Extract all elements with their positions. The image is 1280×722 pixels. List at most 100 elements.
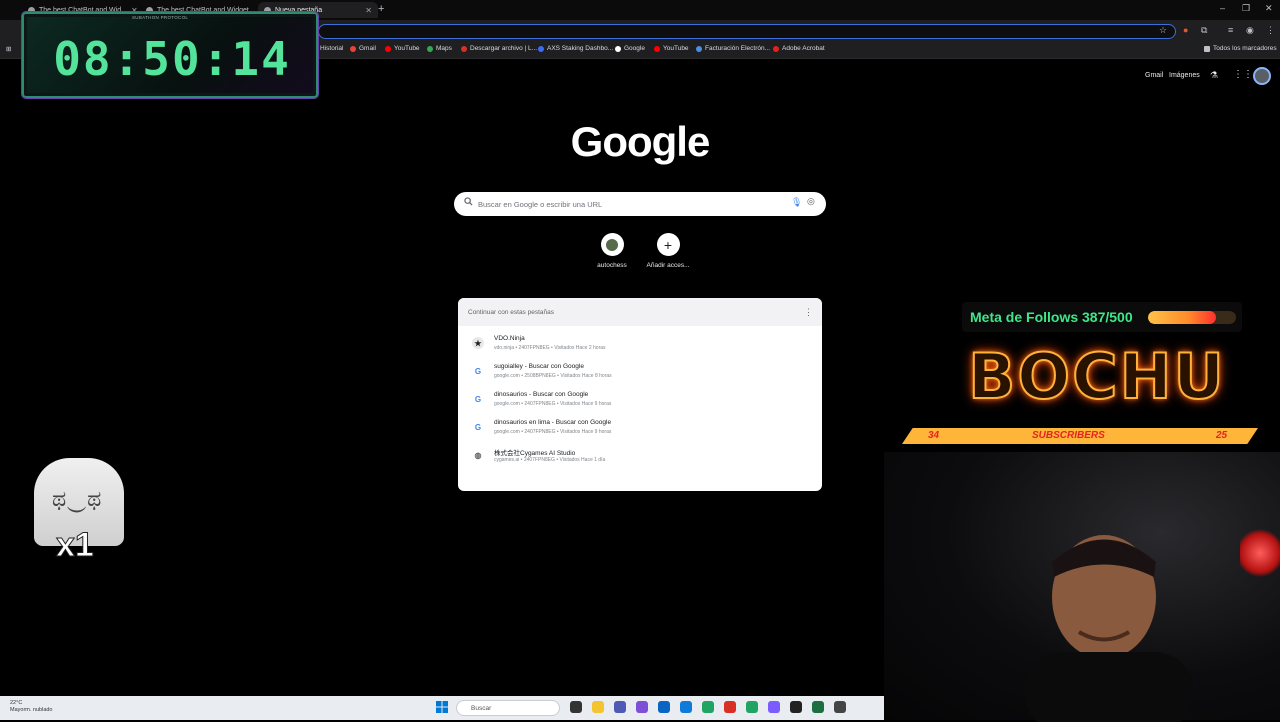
discord-icon[interactable] (768, 701, 780, 713)
youtube-icon (654, 45, 660, 52)
task-view-icon[interactable] (570, 701, 582, 713)
tab-search-icon[interactable]: ≡ (1228, 25, 1233, 35)
extension-icon[interactable]: ● (1183, 25, 1188, 35)
facturacion-icon (696, 45, 702, 52)
item-title: 株式会社Cygames AI Studio (494, 450, 576, 457)
youtube-icon (385, 45, 391, 52)
follows-progress-bar (1148, 311, 1236, 324)
item-meta: google.com • 2508BPN8EG • Visitados Hace… (494, 373, 612, 379)
list-item[interactable]: G sugoialley - Buscar con Google google.… (458, 358, 822, 386)
plus-icon: + (656, 233, 680, 256)
chrome-active-icon[interactable] (746, 701, 758, 713)
adobe-icon (773, 45, 779, 52)
edge-icon[interactable] (680, 701, 692, 713)
bookmark-youtube[interactable]: YouTube (385, 45, 420, 52)
gmail-link[interactable]: Gmail (1145, 72, 1163, 79)
item-meta: cygames.ai • 2407FPN8EG • Visitados Hace… (494, 457, 606, 463)
extensions-puzzle-icon[interactable]: ⧉ (1201, 25, 1207, 36)
more-options-icon[interactable]: ⋮ (804, 307, 813, 318)
profile-icon[interactable]: ◉ (1246, 25, 1254, 36)
list-item[interactable]: ◍ 株式会社Cygames AI Studio cygames.ai • 240… (458, 442, 822, 470)
google-icon: G (474, 366, 482, 376)
weather-desc: Mayorm. nublado (10, 707, 53, 713)
bookmark-star-icon[interactable]: ☆ (1159, 25, 1167, 36)
item-title: sugoialley - Buscar con Google (494, 363, 584, 370)
list-item[interactable]: G dinosaurios - Buscar con Google google… (458, 386, 822, 414)
globe-icon: ◍ (474, 450, 482, 460)
weather-temp: 22°C (10, 700, 23, 706)
chrome-icon[interactable] (702, 701, 714, 713)
timer-label: SUBATHON PROTOCOL (132, 15, 189, 20)
windows-taskbar: 22°C Mayorm. nublado Buscar (0, 696, 884, 720)
bookmark-google[interactable]: Google (615, 45, 645, 52)
bookmark-historial[interactable]: Historial (320, 45, 343, 52)
google-search-box[interactable]: 🎙 ◎ (454, 192, 826, 216)
bookmark-gmail[interactable]: Gmail (350, 45, 376, 52)
card-title: Continuar con estas pestañas (468, 309, 554, 316)
copilot-icon[interactable] (636, 701, 648, 713)
red-light (1240, 528, 1280, 578)
google-icon: G (474, 422, 482, 432)
obs-icon[interactable] (790, 701, 802, 713)
search-input[interactable] (478, 196, 778, 212)
shortcut-label: autochess (597, 262, 627, 269)
bookmark-descargar[interactable]: Descargar archivo | L... (461, 45, 537, 52)
taskbar-search[interactable]: Buscar (456, 700, 560, 716)
bochu-logo-text: BOCHU (967, 339, 1226, 414)
close-tab-icon[interactable]: ✕ (365, 6, 372, 15)
bookmark-facturacion[interactable]: Facturación Electrón... (696, 45, 770, 52)
subscribers-left-count: 34 (928, 430, 940, 441)
google-logo: Google (570, 118, 711, 165)
continue-tabs-card: Continuar con estas pestañas ⋮ ★ VDO.Nin… (458, 298, 822, 491)
restore-icon[interactable]: ❐ (1242, 3, 1250, 14)
outlook-icon[interactable] (658, 701, 670, 713)
labs-flask-icon[interactable]: ⚗ (1210, 70, 1218, 81)
chrome-profile-icon[interactable] (724, 701, 736, 713)
apps-grid-icon[interactable]: ⊞ (6, 45, 11, 53)
axs-icon (538, 45, 544, 52)
google-icon (615, 45, 621, 52)
images-link[interactable]: Imágenes (1169, 72, 1200, 79)
shortcut-add[interactable]: + Añadir acces... (638, 233, 698, 269)
close-window-icon[interactable]: ✕ (1265, 3, 1273, 14)
subscribers-label: SUBSCRIBERS (1032, 430, 1105, 441)
bookmark-axs[interactable]: AXS Staking Dashbo... (538, 45, 613, 52)
bookmark-maps[interactable]: Maps (427, 45, 452, 52)
lens-icon[interactable]: ◎ (807, 196, 815, 207)
menu-kebab-icon[interactable]: ⋮ (1266, 25, 1275, 36)
shortcut-autochess[interactable]: autochess (582, 233, 642, 269)
voice-search-icon[interactable]: 🎙 (791, 197, 802, 208)
cat-count: x1 (56, 526, 95, 565)
file-explorer-icon[interactable] (592, 701, 604, 713)
google-icon: G (474, 394, 482, 404)
windows-start-icon[interactable] (436, 701, 448, 713)
list-item[interactable]: G dinosaurios en lima - Buscar con Googl… (458, 414, 822, 442)
address-bar[interactable] (318, 24, 1176, 39)
follows-progress-fill (1148, 311, 1217, 324)
follows-goal-label: Meta de Follows 387/500 (970, 309, 1133, 325)
item-title: VDO.Ninja (494, 335, 525, 342)
app-icon[interactable] (614, 701, 626, 713)
bookmark-all[interactable]: Todos los marcadores (1204, 45, 1277, 52)
bookmark-adobe[interactable]: Adobe Acrobat (773, 45, 825, 52)
search-icon (464, 197, 473, 206)
minimize-icon[interactable]: – (1220, 3, 1225, 13)
streamer-image (1024, 535, 1194, 722)
item-title: dinosaurios en lima - Buscar con Google (494, 419, 612, 426)
download-site-icon (461, 45, 467, 52)
account-avatar[interactable] (1253, 67, 1271, 85)
weather-widget[interactable]: 22°C Mayorm. nublado (10, 700, 53, 714)
subathon-timer: SUBATHON PROTOCOL 08:50:14 (22, 12, 318, 98)
bookmark-youtube-2[interactable]: YouTube (654, 45, 689, 52)
maps-icon (427, 45, 433, 52)
subscribers-right-count: 25 (1216, 430, 1228, 441)
google-apps-icon[interactable]: ⋮⋮ (1233, 69, 1253, 80)
webcam-feed (884, 452, 1280, 722)
subscribers-bar: 34 SUBSCRIBERS 25 (902, 428, 1258, 444)
list-item[interactable]: ★ VDO.Ninja vdo.ninja • 2407FPN8EG • Vis… (458, 330, 822, 358)
new-tab-icon[interactable]: + (378, 3, 384, 15)
bochu-logo: BOCHU (962, 339, 1232, 414)
autochess-icon (600, 233, 624, 256)
app-icon[interactable] (834, 701, 846, 713)
excel-icon[interactable] (812, 701, 824, 713)
